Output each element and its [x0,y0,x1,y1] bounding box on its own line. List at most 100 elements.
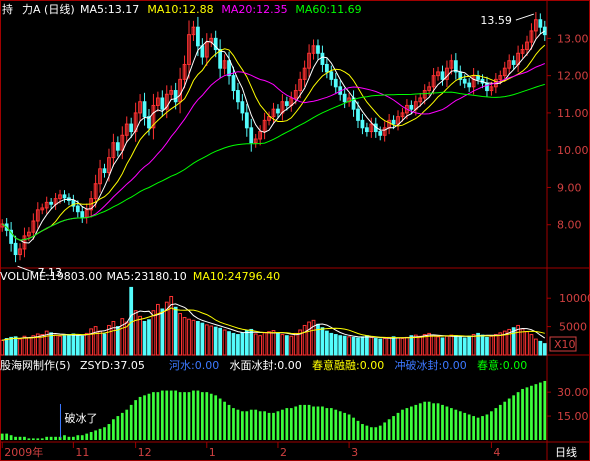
volume-tick-label: 10000 [559,292,590,305]
volume-bar [13,336,18,356]
candle [71,194,76,212]
indicator-bar [316,406,320,440]
candle [387,114,392,135]
candle [453,53,458,80]
volume-bar [396,337,400,356]
volume-bar [102,333,107,356]
candle [333,73,338,94]
volume-bar [75,335,80,356]
indicator-bar [481,416,484,440]
candle [200,38,205,65]
indicator-bar [71,436,75,440]
volume-bar [271,330,276,356]
candle [62,190,67,203]
candle [169,85,174,100]
volume-bar [147,319,151,356]
volume-bar [405,336,409,356]
indicator-bar [338,411,342,440]
candle [516,45,520,73]
volume-bar [436,336,440,356]
candle [476,70,480,85]
volume-bar [440,337,445,356]
volume-bar [333,334,338,356]
indicator-bar [183,392,186,440]
indicator-bar [494,408,498,440]
price-axis: 13.00 12.00 11.00 10.00 9.00 8.00 [547,32,589,232]
indicator-bar [205,392,209,440]
volume-bar [227,331,231,356]
indicator-bar [5,433,9,440]
indicator-bar [347,414,351,440]
legend-ind-1: 河水:0.00 [169,359,219,372]
indicator-bar [423,401,427,440]
indicator-bar [538,382,542,440]
candle [218,39,223,79]
indicator-bar [103,427,106,440]
chart-frame [0,0,590,461]
candle [138,94,142,121]
indicator-bar [107,424,111,440]
legend-ind-3: 春意融融:0.00 [312,358,384,372]
indicator-bar [138,396,142,440]
indicator-legend: 股海网制作(5) ZSYD:37.05 河水:0.00 水面冰封:0.00 春意融融:0… [0,358,527,372]
volume-bar [351,336,356,356]
legend-ma5: MA5:13.17 [80,3,139,16]
indicator-bar [45,436,49,440]
price-tick-label: 8.00 [557,219,582,232]
indicator-bar [530,385,533,440]
candle-body [231,75,236,92]
indicator-bar [498,404,502,440]
indicator-bar [463,412,467,440]
volume-bar [182,317,187,356]
candle [302,60,307,88]
volume-bar [191,319,196,356]
date-label: 11 [75,446,89,459]
indicator-bar [401,409,404,440]
candle [244,103,249,137]
indicator-bar [396,412,400,440]
candle [49,197,54,209]
indicator-bar [134,400,138,440]
indicator-bar [0,433,4,440]
volume-bar [489,335,494,356]
legend-vol-volume: VOLUME:19803.00 [0,270,102,283]
indicator-bar [476,417,480,440]
indicator-bar [227,404,231,440]
candle-body [276,108,280,114]
volume-bar [347,336,351,356]
volume-bar [329,332,334,356]
volume-bar [382,338,387,356]
candle-body [62,194,67,199]
candle [365,122,369,137]
indicator-bar [383,422,387,440]
indicator-bar [512,395,516,440]
candle [187,20,191,79]
volume-bar [236,334,240,356]
date-label: 3 [351,446,358,459]
volume-bar [231,332,236,356]
volume-moving-averages [2,303,546,341]
candle [520,44,525,59]
indicator-bar [312,406,315,440]
candle [307,44,311,78]
indicator-bar [485,414,489,440]
indicator-bar [160,390,164,440]
volume-bar [387,336,392,356]
candle [18,243,22,261]
candle [267,111,271,126]
candle-body [80,211,85,218]
indicator-bar [450,408,453,440]
indicator-bar [18,436,22,440]
price-legend: 持力A (日线) MA5:13.17 MA10:12.88 MA20:12.35 MA6… [2,2,362,16]
candle-body [115,142,120,151]
legend-ind-4: 冲破冰封:0.00 [395,358,467,372]
candle-body [218,49,223,69]
volume-bar [31,335,36,356]
candle-body [360,119,365,129]
candle-body [329,71,334,80]
volume-bar [324,330,329,356]
indicator-bar [298,404,302,440]
candle [280,94,285,121]
volume-bar [458,336,463,356]
volume-bar [307,321,311,356]
